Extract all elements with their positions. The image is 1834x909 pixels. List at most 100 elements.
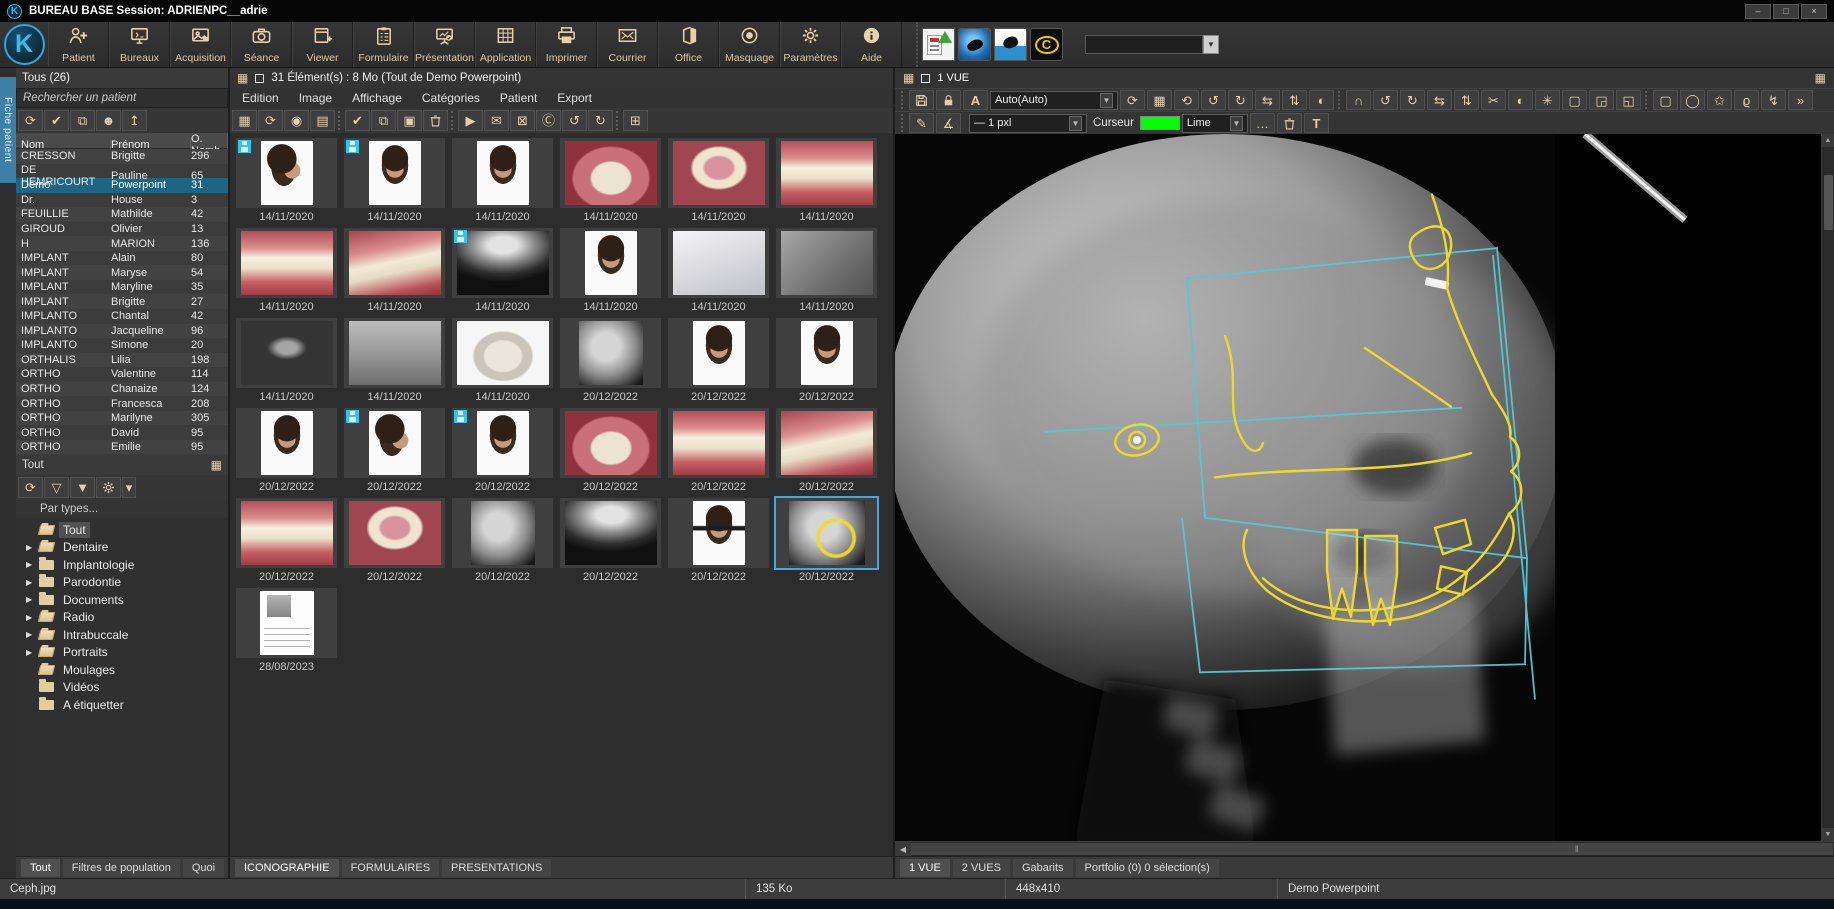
viewer-tab-portfolio-0-0-s-lection-s-[interactable]: Portfolio (0) 0 sélection(s) <box>1076 859 1219 877</box>
gallery-tab-iconographie[interactable]: ICONOGRAPHIE <box>235 859 339 877</box>
tree-item-tout[interactable]: Tout <box>24 521 228 539</box>
lock-icon[interactable] <box>936 90 961 110</box>
menu-cat-gories[interactable]: Catégories <box>422 91 480 105</box>
thumbnail-11-modelclear[interactable]: 14/11/2020 <box>668 228 769 316</box>
search-input[interactable]: Rechercher un patient <box>16 88 228 108</box>
flip-v-icon[interactable]: ⇅ <box>1454 90 1479 110</box>
gallery-tab-presentations[interactable]: PRESENTATIONS <box>442 859 551 877</box>
rotate-right-icon[interactable]: ↻ <box>1228 90 1253 110</box>
sidebar-tab-filtres-de-population[interactable]: Filtres de population <box>63 859 180 877</box>
caret-icon[interactable]: ▾ <box>122 477 136 498</box>
thumbnail-20-profile[interactable]: 20/12/2022 <box>344 408 445 496</box>
menu-image[interactable]: Image <box>299 91 332 105</box>
toolbar-button-acquisition[interactable]: Acquisition <box>170 22 231 67</box>
protractor-icon[interactable]: ∡ <box>936 113 961 133</box>
refresh-icon[interactable]: ⟳ <box>258 110 283 131</box>
patient-row-implant[interactable]: IMPLANTMaryse54 <box>16 265 228 280</box>
copy-icon[interactable]: ⧉ <box>371 110 396 131</box>
thumbnail-5-occllow[interactable]: 14/11/2020 <box>668 138 769 226</box>
menu-patient[interactable]: Patient <box>500 91 537 105</box>
thumbnail-25-teeth[interactable]: 20/12/2022 <box>236 498 337 586</box>
flip-v-icon[interactable]: ⇅ <box>1282 90 1307 110</box>
patient-row-ortho[interactable]: ORTHOMarilyne305 <box>16 411 228 426</box>
chevron-down-icon[interactable]: ▼ <box>1230 116 1243 131</box>
export-icon[interactable]: ↥ <box>122 110 147 131</box>
menu-edition[interactable]: Edition <box>242 91 279 105</box>
select-polygon-icon[interactable]: ✩ <box>1707 90 1732 110</box>
chevron-down-icon[interactable]: ▼ <box>1069 116 1082 131</box>
patient-row-orthalis[interactable]: ORTHALISLilia198 <box>16 353 228 368</box>
thumbnail-28-panxray[interactable]: 20/12/2022 <box>560 498 661 586</box>
toolbar-button-masquage[interactable]: Masquage <box>719 22 780 67</box>
rotate-icon[interactable]: ⟲ <box>1174 90 1199 110</box>
color-name-select[interactable]: Lime ▼ <box>1182 114 1248 133</box>
grid-icon[interactable]: ▦ <box>237 71 248 85</box>
image-add-icon[interactable]: ◲ <box>1589 90 1614 110</box>
mail-icon[interactable]: ✉ <box>484 110 509 131</box>
menu-affichage[interactable]: Affichage <box>352 91 402 105</box>
toolbar-button-formulaire[interactable]: Formulaire <box>353 22 414 67</box>
minimize-button[interactable]: – <box>1745 4 1771 19</box>
thumbnail-19-face[interactable]: 20/12/2022 <box>236 408 337 496</box>
types-header[interactable]: Par types... <box>16 500 228 518</box>
image-export-icon[interactable]: ◱ <box>1616 90 1641 110</box>
patient-row-h[interactable]: HMARION136 <box>16 236 228 251</box>
tree-item-intrabuccale[interactable]: ▶Intrabuccale <box>24 626 228 644</box>
expand-arrow-icon[interactable]: ▶ <box>26 595 32 604</box>
tree-item-vid-os[interactable]: Vidéos <box>24 679 228 697</box>
thumbnail-12-appliance[interactable]: 14/11/2020 <box>776 228 877 316</box>
toolbar-button-seance[interactable]: Séance <box>231 22 292 67</box>
thumbnail-17-face[interactable]: 20/12/2022 <box>668 318 769 406</box>
toolbar-button-bureaux[interactable]: Bureaux <box>109 22 170 67</box>
crop-cut-icon[interactable]: ✂ <box>1481 90 1506 110</box>
expand-arrow-icon[interactable]: ▶ <box>26 613 32 622</box>
lasso-icon[interactable]: ϱ <box>1734 90 1759 110</box>
thumbnail-2-face[interactable]: 14/11/2020 <box>344 138 445 226</box>
ceph-xray-image[interactable] <box>895 134 1821 841</box>
trash-icon[interactable] <box>423 110 448 131</box>
patient-row-cresson[interactable]: CRESSONBrigitte296 <box>16 149 228 164</box>
thumbnail-3-face[interactable]: 14/11/2020 <box>452 138 553 226</box>
tree-item-parodontie[interactable]: ▶Parodontie <box>24 574 228 592</box>
select-ellipse-icon[interactable]: ◯ <box>1680 90 1705 110</box>
tree-item-radio[interactable]: ▶Radio <box>24 609 228 627</box>
toolbar-button-parametres[interactable]: Paramètres <box>780 22 841 67</box>
patient-row-implant[interactable]: IMPLANTMaryline35 <box>16 280 228 295</box>
toolbar-button-viewer[interactable]: Viewer <box>292 22 353 67</box>
scroll-up-icon[interactable]: ▲ <box>1822 134 1834 147</box>
toolbar-button-courrier[interactable]: Courrier <box>597 22 658 67</box>
expand-arrow-icon[interactable]: ▶ <box>26 630 32 639</box>
vertical-scroll-thumb[interactable] <box>1824 175 1833 230</box>
toolbar-button-presentation[interactable]: Présentation <box>414 22 475 67</box>
contact-icon[interactable]: Ⓒ <box>536 110 561 131</box>
text-icon[interactable]: T <box>1304 113 1329 133</box>
chevron-down-icon[interactable]: ▼ <box>1100 93 1113 108</box>
rotate-left-icon[interactable]: ↺ <box>1201 90 1226 110</box>
mail-off-icon[interactable]: ⊠ <box>510 110 535 131</box>
patient-row-implanto[interactable]: IMPLANTOChantal42 <box>16 309 228 324</box>
grid-icon[interactable]: ▦ <box>1147 90 1172 110</box>
gear-icon[interactable] <box>96 477 121 498</box>
paste-icon[interactable]: ▣ <box>397 110 422 131</box>
patient-row-feuillie[interactable]: FEUILLIEMathilde42 <box>16 207 228 222</box>
patient-table-header[interactable]: Nom Prénom O. Nomb <box>16 133 228 149</box>
rotate-left-icon[interactable]: ↺ <box>1373 90 1398 110</box>
table-icon[interactable]: ⊞ <box>623 110 648 131</box>
orca-splash-icon[interactable] <box>994 28 1027 61</box>
tree-item-moulages[interactable]: Moulages <box>24 661 228 679</box>
thumbnail-8-teethside[interactable]: 14/11/2020 <box>344 228 445 316</box>
patient-row-implanto[interactable]: IMPLANTOSimone20 <box>16 338 228 353</box>
pencil-icon[interactable]: ✎ <box>909 113 934 133</box>
report-icon[interactable]: ▤ <box>310 110 335 131</box>
c-logo-icon[interactable]: C <box>1030 28 1063 61</box>
thumbnail-22-occlup[interactable]: 20/12/2022 <box>560 408 661 496</box>
copy-icon[interactable]: ⧉ <box>70 110 95 131</box>
cursor-color-swatch[interactable] <box>1140 116 1180 130</box>
chevrons-icon[interactable]: » <box>1788 90 1813 110</box>
wand-icon[interactable]: ↯ <box>1761 90 1786 110</box>
thumbnail-26-occllow[interactable]: 20/12/2022 <box>344 498 445 586</box>
refresh-icon[interactable]: ⟳ <box>18 110 43 131</box>
scroll-down-icon[interactable]: ▼ <box>1822 828 1834 841</box>
patient-row-implanto[interactable]: IMPLANTOJacqueline96 <box>16 324 228 339</box>
top-dropdown[interactable]: ▼ <box>1085 22 1219 67</box>
